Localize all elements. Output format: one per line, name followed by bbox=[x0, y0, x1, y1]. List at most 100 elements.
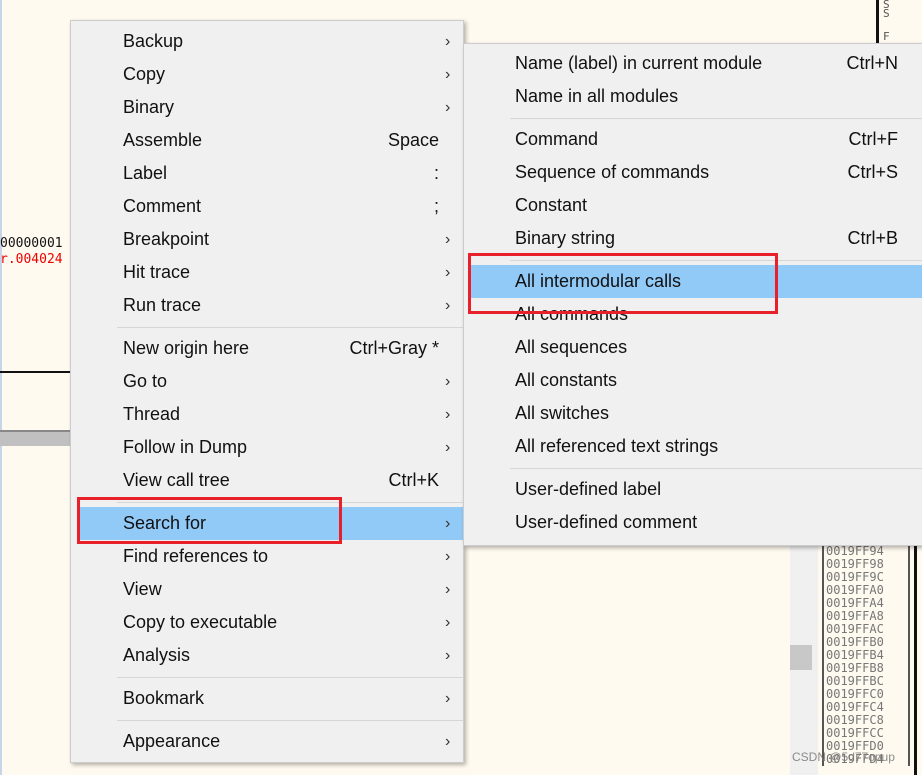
menu-item-label: All referenced text strings bbox=[515, 436, 719, 456]
menu-item-label: Go to bbox=[123, 371, 168, 391]
chevron-right-icon: › bbox=[445, 515, 451, 532]
shortcut-label: Ctrl+Gray * bbox=[349, 338, 439, 358]
menu-item-name-in-all-modules[interactable]: Name in all modules bbox=[464, 80, 922, 113]
chevron-right-icon: › bbox=[445, 614, 451, 631]
menu-item-binary[interactable]: Binary › bbox=[71, 91, 463, 124]
menu-item-backup[interactable]: Backup › bbox=[71, 25, 463, 58]
menu-item-label[interactable]: Label: bbox=[71, 157, 463, 190]
menu-item-user-defined-label[interactable]: User-defined label bbox=[464, 473, 922, 506]
menu-item-label: Breakpoint bbox=[123, 229, 210, 249]
chevron-right-icon: › bbox=[445, 548, 451, 565]
shortcut-label: Ctrl+B bbox=[847, 228, 898, 248]
menu-item-user-defined-comment[interactable]: User-defined comment bbox=[464, 506, 922, 539]
menu-item-label: Binary bbox=[123, 97, 175, 117]
chevron-right-icon: › bbox=[445, 581, 451, 598]
chevron-right-icon: › bbox=[445, 231, 451, 248]
menu-item-label: View call tree bbox=[123, 470, 230, 490]
menu-item-label: Appearance bbox=[123, 731, 221, 751]
menu-item-label: New origin here bbox=[123, 338, 250, 358]
menu-item-hit-trace[interactable]: Hit trace › bbox=[71, 256, 463, 289]
menu-item-view[interactable]: View › bbox=[71, 573, 463, 606]
chevron-right-icon: › bbox=[445, 647, 451, 664]
menu-item-name-label-in-current-module[interactable]: Name (label) in current module Ctrl+N bbox=[464, 47, 922, 80]
disassembly-pane bbox=[0, 0, 70, 775]
menu-item-label: Assemble bbox=[123, 130, 203, 150]
registers-pane: S S F bbox=[876, 0, 922, 45]
chevron-right-icon: › bbox=[445, 406, 451, 423]
shortcut-label: Ctrl+K bbox=[388, 470, 439, 490]
menu-item-copy[interactable]: Copy › bbox=[71, 58, 463, 91]
menu-separator bbox=[71, 322, 463, 332]
stack-address-column: 0019FF94 0019FF98 0019FF9C 0019FFA0 0019FFA4… bbox=[822, 545, 910, 766]
menu-item-assemble[interactable]: Assemble Space bbox=[71, 124, 463, 157]
menu-item-all-switches[interactable]: All switches bbox=[464, 397, 922, 430]
menu-item-label: Copy bbox=[123, 64, 166, 84]
menu-item-label: All switches bbox=[515, 403, 610, 423]
stack-scrollbar[interactable] bbox=[790, 545, 818, 775]
hex-comment: r.004024 bbox=[0, 252, 63, 267]
menu-item-breakpoint[interactable]: Breakpoint › bbox=[71, 223, 463, 256]
menu-item-all-sequences[interactable]: All sequences bbox=[464, 331, 922, 364]
menu-item-constant[interactable]: Constant bbox=[464, 189, 922, 222]
menu-item-label: Label bbox=[123, 163, 168, 183]
shortcut-label: Ctrl+N bbox=[846, 53, 898, 73]
chevron-right-icon: › bbox=[445, 33, 451, 50]
menu-item-label: Name in all modules bbox=[515, 86, 679, 106]
scrollbar-thumb[interactable] bbox=[790, 645, 812, 670]
menu-item-binary-string[interactable]: Binary string Ctrl+B bbox=[464, 222, 922, 255]
chevron-right-icon: › bbox=[445, 373, 451, 390]
menu-item-label: All constants bbox=[515, 370, 618, 390]
menu-item-label: Thread bbox=[123, 404, 181, 424]
watermark: CSDN @5d77opup bbox=[792, 750, 895, 764]
context-menu: Backup › Copy › Binary › Assemble Space Label: Co… bbox=[70, 20, 464, 763]
chevron-right-icon: › bbox=[445, 264, 451, 281]
menu-item-all-referenced-text-strings[interactable]: All referenced text strings bbox=[464, 430, 922, 463]
shortcut-label: Ctrl+S bbox=[847, 162, 898, 182]
menu-item-run-trace[interactable]: Run trace › bbox=[71, 289, 463, 322]
menu-item-appearance[interactable]: Appearance › bbox=[71, 725, 463, 758]
chevron-right-icon: › bbox=[445, 690, 451, 707]
menu-item-label: User-defined label bbox=[515, 479, 662, 499]
menu-item-view-call-tree[interactable]: View call tree Ctrl+K bbox=[71, 464, 463, 497]
annotation-box-search-for bbox=[77, 497, 342, 544]
menu-item-thread[interactable]: Thread › bbox=[71, 398, 463, 431]
menu-item-sequence-of-commands[interactable]: Sequence of commands Ctrl+S bbox=[464, 156, 922, 189]
menu-item-label: Command bbox=[515, 129, 599, 149]
hex-value: 00000001 bbox=[0, 236, 63, 251]
register-text: F bbox=[883, 30, 890, 43]
stack-value-column bbox=[914, 545, 922, 775]
shortcut-label: ; bbox=[433, 196, 439, 216]
menu-item-bookmark[interactable]: Bookmark › bbox=[71, 682, 463, 715]
menu-item-label: Copy to executable bbox=[123, 612, 278, 632]
menu-item-follow-in-dump[interactable]: Follow in Dump › bbox=[71, 431, 463, 464]
annotation-box-intermodular-calls bbox=[468, 253, 778, 314]
chevron-right-icon: › bbox=[445, 297, 451, 314]
menu-item-label: View bbox=[123, 579, 162, 599]
menu-item-command[interactable]: Command Ctrl+F bbox=[464, 123, 922, 156]
menu-item-find-references-to[interactable]: Find references to › bbox=[71, 540, 463, 573]
menu-item-label: All sequences bbox=[515, 337, 628, 357]
menu-item-label: User-defined comment bbox=[515, 512, 698, 532]
menu-item-label: Backup bbox=[123, 31, 184, 51]
menu-item-comment[interactable]: Comment; bbox=[71, 190, 463, 223]
menu-item-label: Binary string bbox=[515, 228, 616, 248]
menu-item-label: Hit trace bbox=[123, 262, 191, 282]
menu-separator bbox=[71, 715, 463, 725]
menu-item-label: Find references to bbox=[123, 546, 269, 566]
menu-item-label: Name (label) in current module bbox=[515, 53, 763, 73]
menu-item-label: Comment bbox=[123, 196, 202, 216]
menu-item-label: Constant bbox=[515, 195, 588, 215]
menu-item-analysis[interactable]: Analysis › bbox=[71, 639, 463, 672]
menu-item-new-origin-here[interactable]: New origin here Ctrl+Gray * bbox=[71, 332, 463, 365]
chevron-right-icon: › bbox=[445, 439, 451, 456]
horizontal-scrollbar[interactable] bbox=[0, 430, 70, 446]
menu-item-go-to[interactable]: Go to › bbox=[71, 365, 463, 398]
menu-item-label: Follow in Dump bbox=[123, 437, 248, 457]
menu-item-all-constants[interactable]: All constants bbox=[464, 364, 922, 397]
menu-separator bbox=[464, 463, 922, 473]
menu-item-label: Bookmark bbox=[123, 688, 205, 708]
menu-item-label: Sequence of commands bbox=[515, 162, 710, 182]
menu-item-copy-to-executable[interactable]: Copy to executable › bbox=[71, 606, 463, 639]
chevron-right-icon: › bbox=[445, 733, 451, 750]
shortcut-label: Ctrl+F bbox=[848, 129, 899, 149]
